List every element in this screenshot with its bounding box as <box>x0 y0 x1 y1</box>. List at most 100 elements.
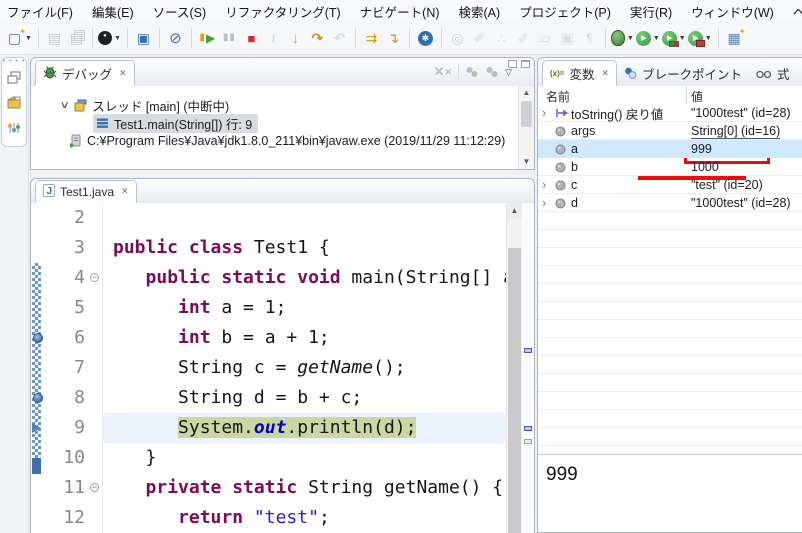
tab-breakpoints[interactable]: ブレークポイント <box>617 60 749 86</box>
occurrence-marker[interactable] <box>524 348 532 353</box>
code-line[interactable]: String c = getName(); <box>103 353 506 383</box>
dropdown-caret-icon[interactable]: ▼ <box>627 35 634 42</box>
dropdown-caret-icon[interactable]: ▼ <box>653 35 660 42</box>
expand-icon[interactable]: › <box>542 108 546 118</box>
menu-item-1[interactable]: ファイル(F) <box>7 2 73 21</box>
suspend-button[interactable] <box>219 26 240 50</box>
variable-row-a[interactable]: a999 <box>538 140 802 158</box>
dropdown-caret-icon[interactable]: ▼ <box>705 35 712 42</box>
variable-row-d[interactable]: ›d"1000test" (id=28) <box>538 194 802 212</box>
tab-display[interactable]: 対話 <box>797 60 802 86</box>
scroll-thumb[interactable] <box>508 248 521 533</box>
column-name[interactable]: 名前 <box>546 88 570 105</box>
run-launch-button[interactable]: ▼ <box>636 26 661 50</box>
tab-expressions[interactable]: 式 <box>749 60 797 86</box>
tab-debug[interactable]: デバッグ ✕ <box>35 60 135 86</box>
disconnect-button[interactable] <box>263 26 284 50</box>
overview-ruler[interactable] <box>522 203 534 533</box>
variables-column-header[interactable]: 名前 値 <box>538 86 802 104</box>
menu-item-8[interactable]: 実行(R) <box>630 2 672 21</box>
breakpoint-icon[interactable] <box>33 393 43 403</box>
package-explorer-icon[interactable] <box>7 96 22 114</box>
open-perspective-button[interactable] <box>724 26 745 50</box>
settings-gear-button[interactable] <box>415 26 436 50</box>
debug-tree-row[interactable]: ∨スレッド [main] (中断中) <box>61 96 229 114</box>
scroll-thumb[interactable] <box>521 101 532 127</box>
show-whitespace-button[interactable] <box>579 26 600 50</box>
console-button[interactable] <box>133 26 154 50</box>
menu-item-2[interactable]: 編集(E) <box>92 2 134 21</box>
debug-scrollbar[interactable]: ▲ ▼ <box>518 86 534 169</box>
fold-collapse-icon[interactable]: − <box>90 483 99 492</box>
dropdown-caret-icon[interactable]: ▼ <box>25 35 32 42</box>
resume-button[interactable] <box>197 26 218 50</box>
occurrence-marker[interactable] <box>524 426 532 431</box>
step-into-button[interactable] <box>285 26 306 50</box>
menu-item-5[interactable]: ナビゲート(N) <box>360 2 440 21</box>
scroll-up-icon[interactable]: ▲ <box>519 86 534 100</box>
drop-to-frame-button[interactable] <box>383 26 404 50</box>
current-line-marker[interactable] <box>524 439 532 444</box>
variable-row-b[interactable]: b1000 <box>538 158 802 176</box>
menu-item-7[interactable]: プロジェクト(P) <box>519 2 611 21</box>
code-line[interactable]: private static String getName() { <box>103 473 506 503</box>
search-tool-button[interactable] <box>447 26 468 50</box>
coverage-launch-button[interactable]: ▼ <box>662 26 687 50</box>
tab-test1-java[interactable]: J Test1.java ✕ <box>35 180 137 203</box>
expand-icon[interactable]: › <box>542 198 546 208</box>
panel-window-buttons[interactable] <box>508 60 530 68</box>
clean-tool-button[interactable] <box>491 26 512 50</box>
debug-tree-row[interactable]: Test1.main(String[]) 行: 9 <box>93 114 258 132</box>
line-number-gutter[interactable]: 23456789101112 <box>45 203 89 533</box>
variable-row-tostring-[interactable]: ›toString() 戻り値"1000test" (id=28) <box>538 104 802 122</box>
close-icon[interactable]: ✕ <box>601 68 609 79</box>
scroll-up-icon[interactable]: ▲ <box>507 203 522 219</box>
debug-tree-row[interactable]: C:¥Program Files¥Java¥jdk1.8.0_211¥bin¥j… <box>69 132 505 150</box>
restore-panel-icon[interactable] <box>7 71 21 89</box>
skip-all-breakpoints-button[interactable] <box>165 26 186 50</box>
selected-stack-frame[interactable]: Test1.main(String[]) 行: 9 <box>93 114 258 133</box>
fold-collapse-icon[interactable]: − <box>90 273 99 282</box>
tab-variables[interactable]: (x)=変数✕ <box>542 60 617 86</box>
menu-item-3[interactable]: ソース(S) <box>153 2 207 21</box>
variables-table[interactable]: ›toString() 戻り値"1000test" (id=28)argsStr… <box>538 104 802 454</box>
breakpoint-icon[interactable] <box>33 333 43 343</box>
save-button[interactable] <box>44 26 65 50</box>
format-tool-button[interactable] <box>469 26 490 50</box>
dropdown-caret-icon[interactable]: ▼ <box>114 35 121 42</box>
new-wizard-button[interactable]: ▼ <box>6 26 33 50</box>
step-over-button[interactable] <box>307 26 328 50</box>
editor-scrollbar[interactable]: ▲ <box>506 203 522 533</box>
code-line[interactable]: int a = 1; <box>103 293 506 323</box>
user-account-button[interactable]: ▼ <box>98 26 122 50</box>
menu-item-6[interactable]: 検索(A) <box>459 2 501 21</box>
code-line[interactable]: public class Test1 { <box>103 233 506 263</box>
variable-row-args[interactable]: argsString[0] (id=16) <box>538 122 802 140</box>
annotation-gutter[interactable] <box>31 203 45 533</box>
scroll-down-icon[interactable]: ▼ <box>519 155 534 169</box>
step-return-button[interactable] <box>329 26 350 50</box>
code-line[interactable]: } <box>103 443 506 473</box>
collapse-icon[interactable]: ∨ <box>60 100 70 111</box>
copy-snippet-button[interactable] <box>535 26 556 50</box>
terminate-button[interactable] <box>241 26 262 50</box>
fold-gutter[interactable]: −− <box>89 203 103 533</box>
external-tools-button[interactable]: ▼ <box>688 26 713 50</box>
code-editor[interactable]: public class Test1 { public static void … <box>103 203 506 533</box>
close-icon[interactable]: ✕ <box>121 186 129 197</box>
debug-launch-button[interactable]: ▼ <box>611 26 635 50</box>
drag-handle-icon[interactable]: • • • • <box>3 60 26 64</box>
debug-tree[interactable]: C:¥Program Files¥Java¥jdk1.8.0_211¥bin¥j… <box>31 86 534 169</box>
menu-item-4[interactable]: リファクタリング(T) <box>225 2 340 21</box>
code-line[interactable] <box>103 203 506 233</box>
save-all-button[interactable] <box>66 26 87 50</box>
group-by-icon[interactable] <box>465 66 479 78</box>
use-step-filters-button[interactable] <box>361 26 382 50</box>
variable-detail-pane[interactable]: 999 <box>538 454 802 532</box>
group-by-icon-2[interactable] <box>485 66 499 78</box>
minimize-icon[interactable] <box>508 60 517 68</box>
code-line[interactable]: String d = b + c; <box>103 383 506 413</box>
view-menu-icon[interactable]: ▽ <box>505 67 512 78</box>
maximize-icon[interactable] <box>521 60 530 68</box>
current-debug-line[interactable]: System.out.println(d); <box>103 413 506 443</box>
